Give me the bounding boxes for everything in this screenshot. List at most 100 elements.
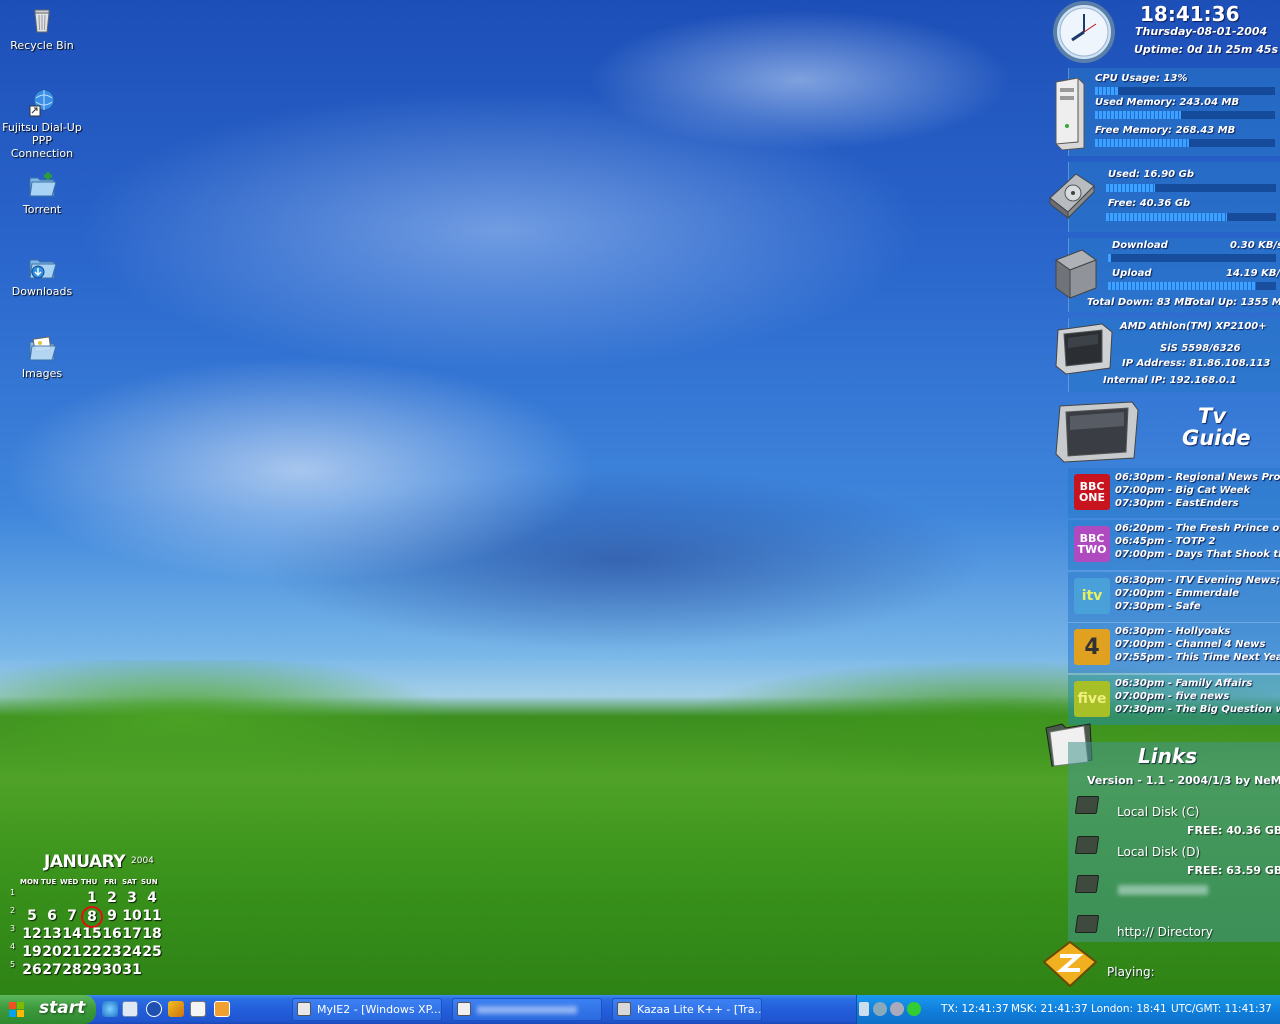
tray-speaker-icon[interactable] (890, 1002, 904, 1016)
tv-channel-bbc-two[interactable]: BBC TWO 06:20pm - The Fresh Prince of B … (1068, 520, 1280, 570)
task-myie2[interactable]: MyIE2 - [Windows XP... (292, 998, 442, 1021)
calendar-day: 21 (62, 944, 82, 960)
calendar-day: 10 (122, 908, 142, 924)
hard-drive-icon (1046, 168, 1098, 224)
download-speed: 0.30 KB/s (1230, 240, 1280, 251)
taskbar: start MyIE2 - [Windows XP... Kazaa Lite … (0, 995, 1280, 1024)
calendar-day: 4 (147, 890, 157, 906)
quicklaunch-notepad-icon[interactable] (190, 1001, 206, 1017)
calendar-day: 7 (67, 908, 77, 924)
tray-network-icon[interactable] (873, 1002, 887, 1016)
total-up: Total Up: 1355 Mb (1187, 297, 1280, 308)
calendar-day: 23 (102, 944, 122, 960)
download-bar (1108, 254, 1276, 262)
analog-clock-icon (1050, 0, 1118, 68)
quicklaunch-clock-icon[interactable] (214, 1001, 230, 1017)
kazaa-icon (617, 1002, 631, 1016)
calendar-day: 1 (87, 890, 97, 906)
start-button[interactable]: start (0, 995, 96, 1024)
calendar-day: 15 (82, 926, 102, 942)
calendar-day: 24 (122, 944, 142, 960)
desktop-icon-downloads[interactable]: Downloads (0, 250, 84, 298)
recycle-bin-icon (26, 4, 58, 36)
folder-icon (1074, 875, 1100, 893)
television-icon (1054, 400, 1140, 468)
desktop-icon-label: Downloads (11, 285, 73, 298)
quicklaunch-ie-icon[interactable] (102, 1001, 118, 1017)
links-title: Links (1138, 744, 1198, 768)
quicklaunch-documents-icon[interactable] (122, 1001, 138, 1017)
calendar-dow: FRI (104, 878, 117, 886)
cpu-name: AMD Athlon(TM) XP2100+ (1120, 321, 1267, 332)
calendar-day: 6 (47, 908, 57, 924)
desktop-icon-label: Recycle Bin (10, 39, 74, 52)
tray-msk-time: MSK: 21:41:37 (1011, 1003, 1088, 1015)
calendar-dow: THU (81, 878, 98, 886)
cpu-usage-bar (1095, 87, 1275, 95)
quicklaunch-lightning-icon[interactable] (168, 1001, 184, 1017)
calendar-day: 20 (42, 944, 62, 960)
blurred-link-label (1118, 885, 1208, 895)
tv-channel-bbc-one[interactable]: BBC ONE 06:30pm - Regional News Progra 0… (1068, 468, 1280, 518)
calendar-day: 31 (122, 962, 142, 978)
five-logo-icon: five (1074, 681, 1110, 717)
calendar-day: 3 (127, 890, 137, 906)
folder-icon (1074, 836, 1100, 854)
calendar-day: 14 (62, 926, 82, 942)
free-memory-bar (1095, 139, 1275, 147)
tv-channel-4[interactable]: 4 06:30pm - Hollyoaks 07:00pm - Channel … (1068, 623, 1280, 673)
quicklaunch-messenger-icon[interactable] (146, 1001, 162, 1017)
calendar-day: 28 (62, 962, 82, 978)
calendar-day: 16 (102, 926, 122, 942)
calendar-week-number: 3 (10, 924, 16, 933)
calendar-dow: SAT (122, 878, 137, 886)
tv-channel-itv[interactable]: itv 06:30pm - ITV Evening News; We 07:00… (1068, 572, 1280, 622)
system-monitor-sidebar: 18:41:36 Thursday-08-01-2004 Uptime: 0d … (1040, 0, 1280, 995)
downloads-folder-icon (26, 250, 58, 282)
clock-date: Thursday-08-01-2004 (1135, 25, 1268, 38)
used-memory: Used Memory: 243.04 MB (1095, 97, 1240, 108)
disk-used-bar (1106, 184, 1276, 192)
links-panel (1068, 742, 1280, 942)
images-folder-icon (26, 332, 58, 364)
tray-connection-icon[interactable] (907, 1002, 921, 1016)
dialup-connection-icon (26, 86, 58, 118)
desktop-icon-images[interactable]: Images (0, 332, 84, 380)
calendar-day: 11 (142, 908, 162, 924)
start-label: start (39, 998, 86, 1018)
desktop-icon-recycle-bin[interactable]: Recycle Bin (0, 4, 84, 52)
browser-window-icon (297, 1002, 311, 1016)
calendar-day: 25 (142, 944, 162, 960)
channel-4-logo-icon: 4 (1074, 629, 1110, 665)
upload-bar (1108, 282, 1276, 290)
task-kazaa[interactable]: Kazaa Lite K++ - [Tra... (612, 998, 762, 1021)
windows-flag-icon (9, 1002, 24, 1017)
calendar-day: 5 (27, 908, 37, 924)
desktop-icon-torrent[interactable]: Torrent (0, 168, 84, 216)
desktop-icon-label: Images (21, 367, 63, 380)
internal-ip: Internal IP: 192.168.0.1 (1103, 375, 1237, 386)
tv-channel-five[interactable]: five 06:30pm - Family Affairs 07:00pm - … (1068, 675, 1280, 725)
uptime: Uptime: 0d 1h 25m 45s (1134, 43, 1279, 56)
task-mail[interactable] (452, 998, 602, 1021)
calendar-month: JANUARY (44, 852, 126, 872)
disk-used: Used: 16.90 Gb (1108, 169, 1194, 180)
winamp-icon[interactable] (1042, 940, 1098, 992)
calendar-year: 2004 (131, 856, 154, 866)
folder-icon (1074, 796, 1100, 814)
free-memory: Free Memory: 268.43 MB (1095, 125, 1236, 136)
tray-london-time: London: 18:41 (1091, 1003, 1167, 1015)
calendar-day: 27 (42, 962, 62, 978)
torrent-folder-icon (26, 168, 58, 200)
chipset: SiS 5598/6326 (1160, 343, 1241, 354)
desktop-icon-dialup[interactable]: Fujitsu Dial-Up PPP Connection (0, 86, 84, 160)
calendar-week-number: 5 (10, 960, 16, 969)
calendar-dow: MON (20, 878, 39, 886)
calendar-day: 30 (102, 962, 122, 978)
calendar-day: 22 (82, 944, 102, 960)
pc-tower-icon (1052, 77, 1088, 154)
disk-free: Free: 40.36 Gb (1108, 198, 1191, 209)
tray-arrow-icon[interactable] (859, 1002, 869, 1016)
total-down: Total Down: 83 Mb (1087, 297, 1192, 308)
tray-utc-time: UTC/GMT: 11:41:37 (1171, 1003, 1272, 1015)
